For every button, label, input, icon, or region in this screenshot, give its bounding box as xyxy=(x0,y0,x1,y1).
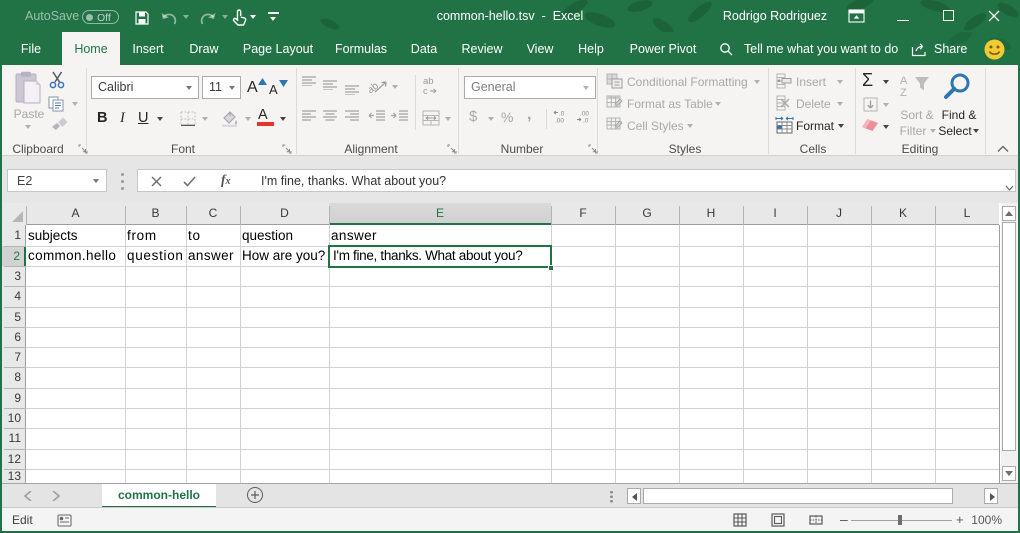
svg-text:Z: Z xyxy=(900,87,907,98)
svg-text:c: c xyxy=(423,86,428,95)
svg-text:.0: .0 xyxy=(583,118,589,124)
svg-text:A: A xyxy=(900,75,908,87)
svg-text:.00: .00 xyxy=(580,111,589,118)
svg-text:.00: .00 xyxy=(555,118,564,124)
svg-text:.0: .0 xyxy=(559,111,565,118)
